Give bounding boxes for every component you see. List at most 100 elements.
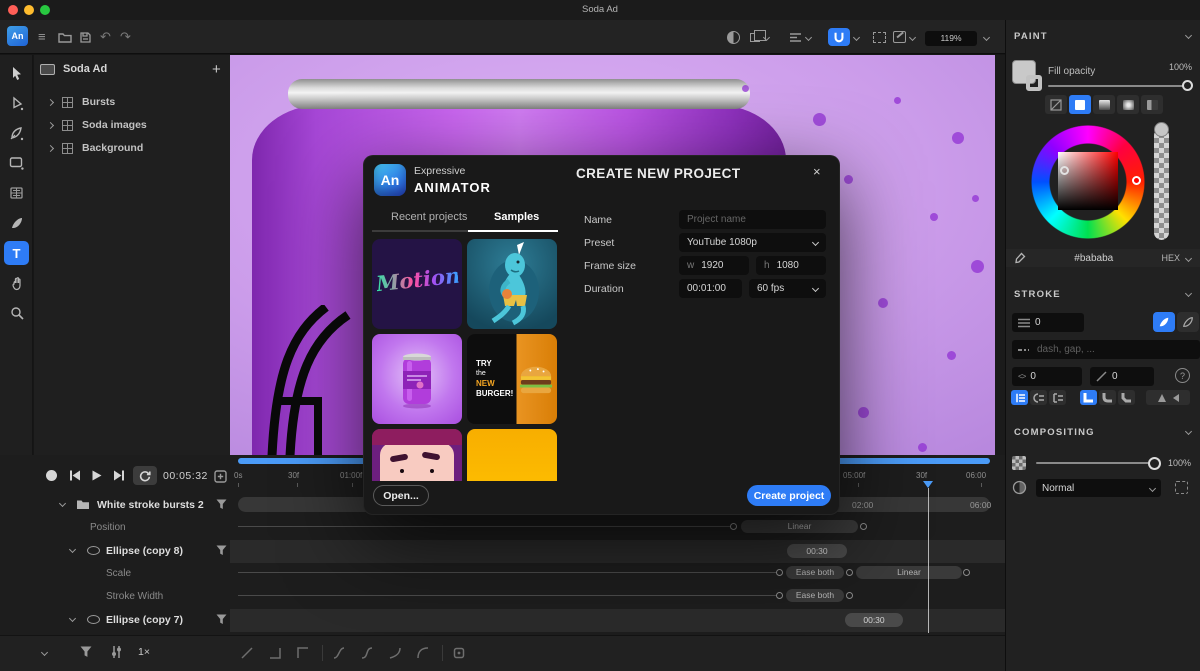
zoom-chevron[interactable] [984,27,989,47]
paint-radial-gradient-button[interactable] [1117,95,1139,114]
name-field[interactable] [679,210,826,229]
align-button[interactable] [789,27,811,47]
keyframe-handle[interactable] [776,569,783,576]
stroke-collapse-chevron[interactable] [1185,290,1192,297]
app-icon[interactable]: An [7,26,28,46]
keyframe-time-pill[interactable]: 00:30 [845,613,903,627]
zoom-tool[interactable] [4,301,29,325]
sample-face[interactable] [372,429,462,481]
track-label[interactable]: Ellipse (copy 8) [106,545,183,557]
stroke-offset-input[interactable]: <> 0 [1012,367,1082,386]
edit-mode-button[interactable] [893,27,915,47]
redo-icon[interactable]: ↷ [120,29,131,45]
name-input[interactable] [687,214,818,225]
stroke-width-input[interactable]: 0 [1012,313,1084,332]
easing-custom-icon[interactable] [452,646,466,660]
eyedropper-icon[interactable] [1014,252,1026,264]
sample-soda-can[interactable] [372,334,462,424]
easing-linear-icon[interactable] [240,646,254,660]
property-label[interactable]: Stroke Width [106,591,163,602]
timeline-options-chevron[interactable] [41,649,48,656]
hand-tool[interactable] [4,271,29,295]
play-button[interactable] [92,470,102,481]
layer-group-bursts[interactable]: Bursts [48,96,115,108]
easing-ease-both-icon[interactable] [332,646,346,660]
marquee-icon[interactable] [873,27,886,47]
track-label[interactable]: Ellipse (copy 7) [106,614,183,626]
text-tool[interactable]: T [4,241,29,265]
add-layer-button[interactable]: + [212,61,221,78]
row-collapse-chevron[interactable] [59,500,66,507]
fill-opacity-slider[interactable] [1048,85,1191,87]
open-project-button[interactable]: Open... [373,485,429,506]
tune-icon[interactable] [110,645,123,659]
saturation-value-square[interactable] [1058,152,1118,210]
dialog-close-button[interactable]: × [813,164,821,179]
easing-segment[interactable]: Linear [856,566,962,579]
easing-ease-both-strong-icon[interactable] [360,646,374,660]
row-collapse-chevron[interactable] [69,546,76,553]
stroke-brush-b-button[interactable] [1177,312,1199,332]
duplicate-button[interactable] [750,27,769,47]
keyframe-time-pill[interactable]: 00:30 [787,544,847,558]
track-label[interactable]: White stroke bursts 2 [97,499,204,511]
keyframe-handle[interactable] [860,523,867,530]
paint-collapse-chevron[interactable] [1185,32,1192,39]
layer-group-soda-images[interactable]: Soda images [48,119,147,131]
hex-mode-chevron[interactable] [1185,254,1192,261]
dash-pattern-input[interactable]: dash, gap, ... [1012,340,1200,359]
pen-tool[interactable] [4,121,29,145]
open-folder-icon[interactable] [58,31,72,47]
filter-icon[interactable] [80,646,92,658]
keyframe-handle[interactable] [963,569,970,576]
compositing-collapse-chevron[interactable] [1185,428,1192,435]
keyframe-handle[interactable] [846,592,853,599]
snap-magnet-button[interactable] [828,28,850,46]
duration-field[interactable]: 00:01:00 [679,279,742,298]
brush-tool[interactable] [4,211,29,235]
keyframe-handle[interactable] [730,523,737,530]
paint-linear-gradient-button[interactable] [1093,95,1115,114]
preset-select[interactable]: YouTube 1080p [679,233,826,252]
marker-buttons[interactable] [1146,390,1190,405]
stroke-section-header[interactable]: STROKE [1014,289,1061,300]
sv-selector[interactable] [1060,166,1069,175]
easing-segment[interactable]: Ease both [786,589,844,602]
loop-button[interactable] [133,466,157,485]
sample-404[interactable]: 404 [467,429,557,481]
frame-height-field[interactable]: h 1080 [756,256,826,275]
stroke-miter-input[interactable]: 0 [1090,367,1154,386]
frame-width-field[interactable]: w 1920 [679,256,749,275]
join-bevel-button[interactable] [1118,390,1135,405]
easing-segment[interactable]: Ease both [786,566,844,579]
sample-motion[interactable]: Motion [372,239,462,329]
alpha-slider[interactable] [1154,128,1169,240]
easing-hold-end-icon[interactable] [268,646,282,660]
stroke-help-icon[interactable]: ? [1175,368,1190,383]
easing-ease-in-icon[interactable] [416,646,430,660]
playhead-marker[interactable] [923,481,933,488]
undo-icon[interactable]: ↶ [100,29,111,45]
snap-options-chevron[interactable] [854,27,859,47]
track-filter-icon[interactable] [216,614,227,625]
scene-header[interactable]: Soda Ad [40,63,107,75]
contrast-icon[interactable] [727,27,740,47]
create-project-button[interactable]: Create project [747,485,831,506]
cap-square-button[interactable] [1049,390,1066,405]
expand-chevron-icon[interactable] [47,98,54,105]
keyframe-handle[interactable] [776,592,783,599]
prev-frame-button[interactable] [69,470,81,481]
fill-opacity-knob[interactable] [1182,80,1193,91]
join-miter-button[interactable] [1080,390,1097,405]
symbol-tool[interactable] [4,181,29,205]
expand-chevron-icon[interactable] [47,144,54,151]
cap-butt-button[interactable] [1011,390,1028,405]
add-keyframe-icon[interactable] [214,470,227,483]
stroke-brush-a-button[interactable] [1153,312,1175,332]
easing-hold-start-icon[interactable] [296,646,310,660]
property-label[interactable]: Scale [106,568,131,579]
rectangle-tool[interactable] [4,151,29,175]
playback-rate[interactable]: 1× [138,646,150,658]
easing-segment[interactable]: Linear [741,520,858,533]
track-filter-icon[interactable] [216,499,227,510]
